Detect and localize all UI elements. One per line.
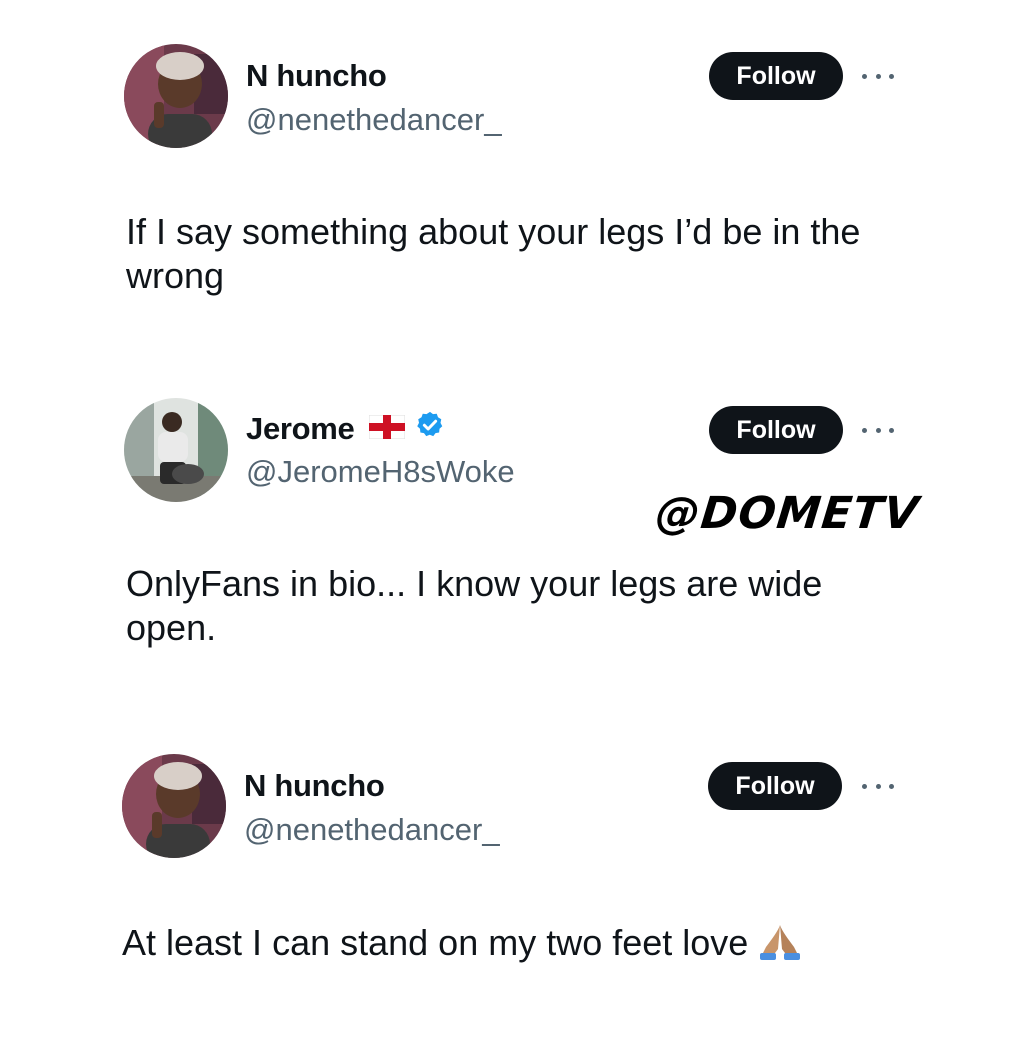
display-name[interactable]: Jerome	[246, 410, 445, 448]
tweet-text: OnlyFans in bio... I know your legs are …	[126, 563, 823, 648]
avatar-photo-icon	[124, 398, 228, 502]
follow-button[interactable]: Follow	[708, 762, 842, 810]
display-name[interactable]: N huncho	[244, 768, 385, 804]
avatar-photo-icon	[122, 754, 226, 858]
tweet-3: N huncho @nenethedancer_ Follow At least…	[0, 710, 1024, 1050]
avatar[interactable]	[122, 754, 226, 858]
display-name[interactable]: N huncho	[246, 58, 387, 94]
more-options-icon[interactable]	[862, 70, 894, 82]
folded-hands-emoji-icon	[758, 921, 802, 971]
england-flag-icon	[368, 411, 405, 447]
user-handle[interactable]: @JeromeH8sWoke	[246, 454, 515, 490]
verified-badge-icon[interactable]	[415, 410, 445, 448]
tweet-text: At least I can stand on my two feet love	[122, 921, 922, 971]
watermark: @DOMETV	[653, 488, 922, 539]
tweet-text: If I say something about your legs I’d b…	[126, 211, 861, 296]
user-handle[interactable]: @nenethedancer_	[244, 812, 500, 848]
tweet-text-content: At least I can stand on my two feet love	[122, 922, 749, 963]
tweet-1: N huncho @nenethedancer_ Follow If I say…	[0, 0, 1024, 340]
more-options-icon[interactable]	[862, 780, 894, 792]
user-handle[interactable]: @nenethedancer_	[246, 102, 502, 138]
follow-button[interactable]: Follow	[709, 406, 843, 454]
more-options-icon[interactable]	[862, 424, 894, 436]
avatar[interactable]	[124, 44, 228, 148]
avatar[interactable]	[124, 398, 228, 502]
avatar-photo-icon	[124, 44, 228, 148]
follow-button[interactable]: Follow	[709, 52, 843, 100]
